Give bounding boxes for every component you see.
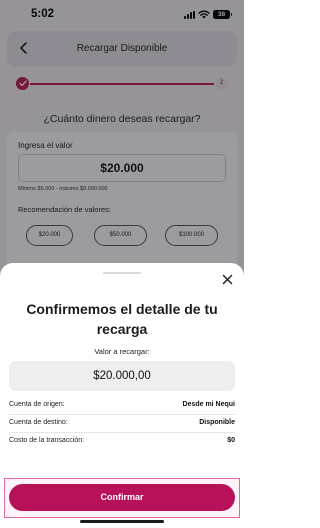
value-label: Valor a recargar: [94,347,150,356]
detail-label: Cuenta de destino: [9,419,68,426]
detail-row-origin: Cuenta de origen: Desde mi Nequi [9,397,235,415]
confirm-button[interactable]: Confirmar [9,484,235,511]
detail-value: Desde mi Nequi [182,401,235,408]
close-icon[interactable] [222,274,233,285]
sheet-grabber[interactable] [103,272,141,274]
detail-label: Cuenta de origen: [9,401,65,408]
detail-row-destination: Cuenta de destino: Disponible [9,415,235,433]
detail-value: Disponible [199,419,235,426]
recharge-value: $20.000,00 [9,361,235,391]
detail-label: Costo de la transacción: [9,437,85,444]
sheet-title: Confirmemos el detalle de tu recarga [26,301,218,337]
home-indicator [80,520,164,523]
detail-value: $0 [227,437,235,444]
detail-row-cost: Costo de la transacción: $0 [9,433,235,451]
